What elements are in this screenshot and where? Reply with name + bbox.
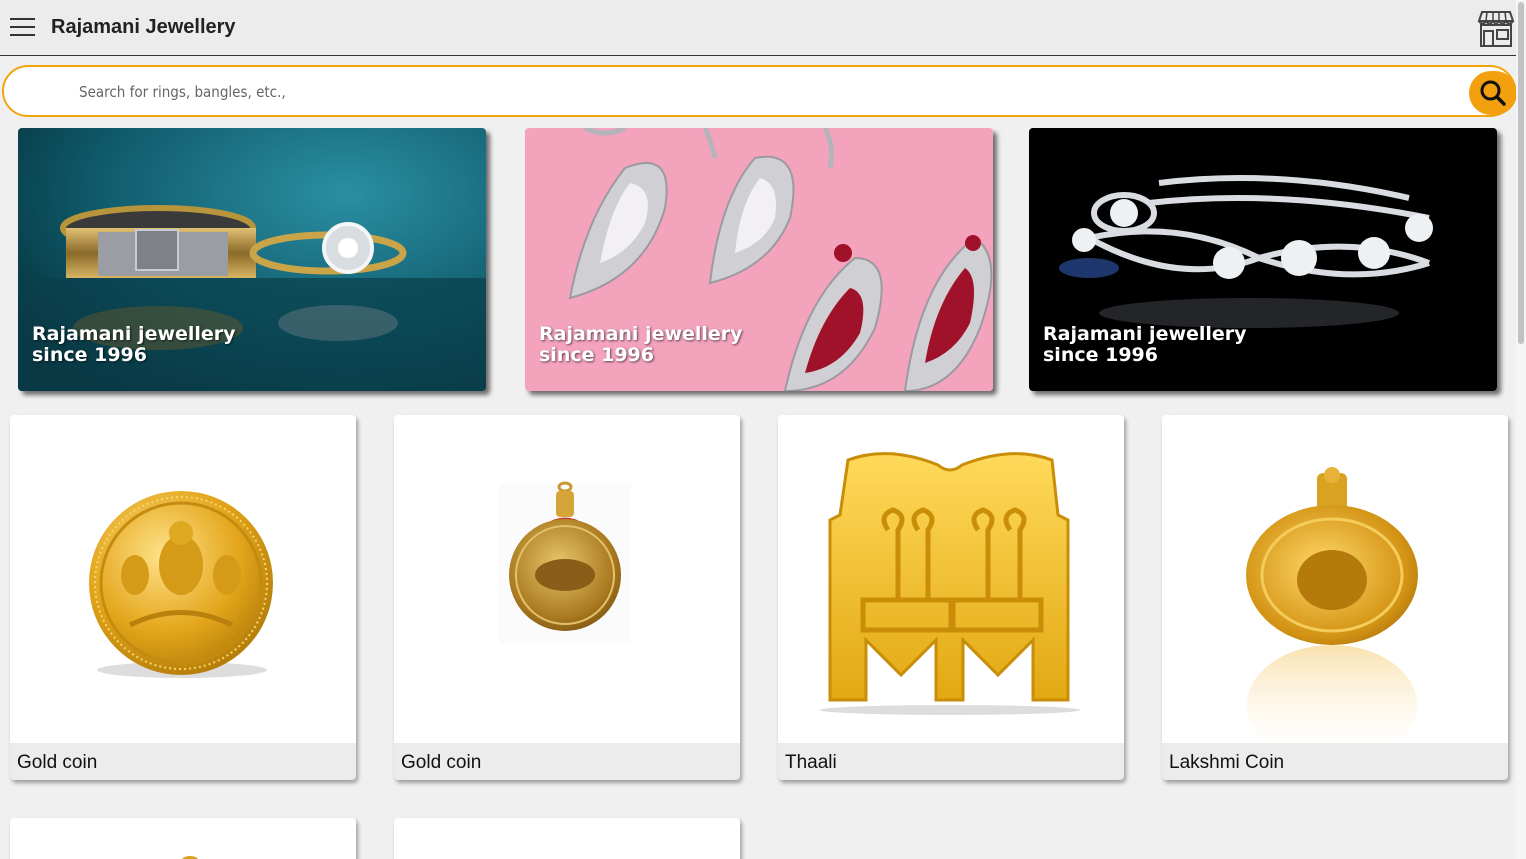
hamburger-menu-button[interactable] [10, 18, 35, 38]
banner-caption: Rajamani jewellery since 1996 [32, 324, 236, 366]
menu-icon-line [10, 26, 35, 28]
banner-rings[interactable]: Rajamani jewellery since 1996 [18, 128, 486, 391]
store-button[interactable] [1476, 8, 1516, 48]
product-name: Gold coin [17, 752, 98, 773]
app-header: Rajamani Jewellery [0, 0, 1516, 56]
thaali-image [820, 452, 1080, 715]
product-image [778, 415, 1124, 743]
banner-caption-line1: Rajamani jewellery [539, 323, 743, 345]
product-card[interactable]: Thaali [778, 415, 1124, 780]
banner-earrings[interactable]: Rajamani jewellery since 1996 [525, 128, 993, 391]
scrollbar-thumb[interactable] [1518, 2, 1524, 344]
search-button[interactable] [1469, 71, 1517, 115]
banner-caption-line1: Rajamani jewellery [1043, 323, 1247, 345]
gold-coin-image [89, 491, 273, 678]
lakshmi-coin-image [1246, 467, 1418, 765]
banner-caption-line2: since 1996 [1043, 344, 1158, 366]
gold-coin-pendant-image [499, 481, 631, 643]
product-image [1162, 415, 1508, 765]
product-card[interactable]: Lakshmi Coin [1162, 415, 1508, 780]
banner-caption: Rajamani jewellery since 1996 [539, 324, 743, 366]
product-image [10, 818, 356, 859]
banner-caption-line1: Rajamani jewellery [32, 323, 236, 345]
product-name: Thaali [785, 752, 837, 773]
gold-coin-image [182, 856, 198, 859]
search-input[interactable] [79, 79, 1379, 105]
product-card[interactable]: Gold coin [394, 415, 740, 780]
banner-caption-line2: since 1996 [539, 344, 654, 366]
product-name: Gold coin [401, 752, 482, 773]
product-name: Lakshmi Coin [1169, 752, 1285, 773]
banner-caption: Rajamani jewellery since 1996 [1043, 324, 1247, 366]
menu-icon-line [10, 18, 35, 20]
banner-bracelet[interactable]: Rajamani jewellery since 1996 [1029, 128, 1497, 391]
menu-icon-line [10, 34, 35, 36]
product-card[interactable] [10, 818, 356, 859]
page-title: Rajamani Jewellery [51, 16, 236, 38]
product-image [394, 415, 740, 743]
product-image [394, 818, 740, 859]
search-bar [2, 65, 1517, 117]
product-card[interactable] [394, 818, 740, 859]
banner-caption-line2: since 1996 [32, 344, 147, 366]
product-image [10, 415, 356, 743]
storefront-icon [1477, 11, 1515, 47]
product-card[interactable]: Gold coin [10, 415, 356, 780]
search-icon [1480, 80, 1506, 106]
page-scrollbar[interactable] [1516, 0, 1526, 859]
